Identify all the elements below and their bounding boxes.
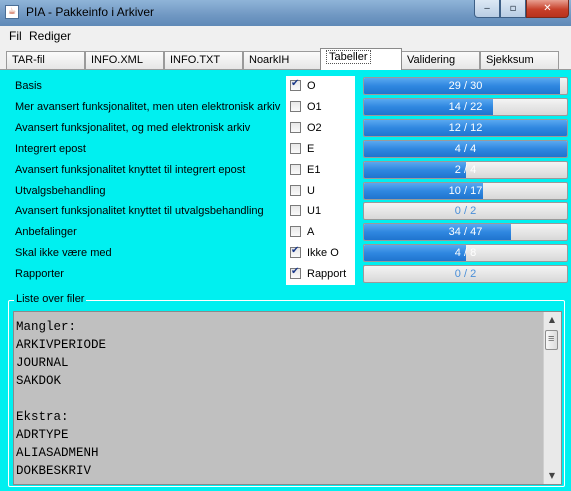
progress-text: 0 / 2 [454, 205, 477, 218]
table-row: Utvalgsbehandling U 10 / 17 [0, 180, 571, 202]
row-progress-bar: 34 / 47 [363, 223, 568, 242]
row-checkbox[interactable] [290, 78, 301, 91]
row-checkbox[interactable] [290, 121, 301, 133]
row-label: Integrert epost [15, 142, 86, 155]
row-progress-bar: 4 / 8 [363, 244, 568, 263]
row-progress-bar: 14 / 22 [363, 97, 568, 116]
menu-rediger[interactable]: Rediger [29, 29, 71, 43]
tab-validering[interactable]: Validering [401, 51, 480, 69]
row-checkbox[interactable] [290, 163, 301, 175]
row-code: O1 [307, 100, 322, 113]
row-code: U1 [307, 205, 322, 218]
tab-info-xml[interactable]: INFO.XML [85, 51, 164, 69]
row-code: A [307, 226, 315, 239]
table-row: Avansert funksjonalitet, og med elektron… [0, 117, 571, 139]
row-checkbox[interactable] [290, 184, 301, 196]
row-progress-bar: 10 / 17 [363, 181, 568, 200]
menu-bar: Fil Rediger [0, 26, 571, 46]
progress-text: 4 / 8 [454, 247, 477, 260]
table-row: Integrert epost E 4 / 4 [0, 138, 571, 160]
row-label: Skal ikke være med [15, 247, 112, 260]
tab-tabeller-label: Tabeller [326, 50, 371, 64]
progress-text: 4 / 4 [454, 142, 477, 155]
table-row: Anbefalinger A 34 / 47 [0, 222, 571, 244]
row-checkbox[interactable] [290, 226, 301, 238]
table-row: Skal ikke være med Ikke O 4 / 8 [0, 243, 571, 265]
row-checkbox-cell[interactable]: E1 [286, 159, 355, 181]
row-code: Rapport [307, 268, 347, 281]
scroll-thumb[interactable] [545, 330, 558, 350]
tab-noarkih[interactable]: NoarkIH [243, 51, 321, 69]
scroll-up-icon[interactable]: ▲ [544, 312, 560, 328]
progress-text: 34 / 47 [448, 226, 483, 239]
tab-bar: TAR-fil INFO.XML INFO.TXT NoarkIH Tabell… [0, 46, 571, 70]
row-checkbox-cell[interactable]: O2 [286, 117, 355, 139]
row-checkbox[interactable] [290, 142, 301, 154]
row-progress-bar: 0 / 2 [363, 202, 568, 221]
row-label: Avansert funksjonalitet, og med elektron… [15, 121, 251, 134]
row-checkbox-cell[interactable]: Ikke O [286, 243, 355, 265]
progress-text: 10 / 17 [448, 184, 483, 197]
file-list-textarea[interactable]: Mangler: ARKIVPERIODE JOURNAL SAKDOK Eks… [13, 311, 562, 485]
row-checkbox-cell[interactable]: O1 [286, 96, 355, 118]
row-progress-bar: 0 / 2 [363, 265, 568, 284]
title-bar[interactable]: ☕ PIA - Pakkeinfo i Arkiver ‒ ▫ ✕ [0, 0, 571, 26]
row-progress-bar: 2 / 4 [363, 160, 568, 179]
row-progress-bar: 12 / 12 [363, 118, 568, 137]
progress-text: 12 / 12 [448, 121, 483, 134]
row-checkbox-cell[interactable]: U [286, 180, 355, 202]
row-code: Ikke O [307, 247, 339, 260]
tab-info-txt[interactable]: INFO.TXT [164, 51, 243, 69]
row-code: E [307, 142, 315, 155]
row-label: Mer avansert funksjonalitet, men uten el… [15, 100, 281, 113]
row-checkbox[interactable] [290, 205, 301, 217]
row-label: Avansert funksjonalitet knyttet til utva… [15, 205, 264, 218]
tab-tabeller[interactable]: Tabeller [320, 48, 402, 70]
tab-tar-fil[interactable]: TAR-fil [6, 51, 85, 69]
file-list-group: Liste over filer Mangler: ARKIVPERIODE J… [8, 293, 565, 487]
close-button[interactable]: ✕ [526, 0, 569, 18]
menu-fil[interactable]: Fil [9, 29, 22, 43]
row-checkbox-cell[interactable]: A [286, 222, 355, 244]
row-code: O [307, 80, 316, 92]
row-checkbox[interactable] [290, 100, 301, 112]
table-row: Basis O 29 / 30 [0, 76, 571, 97]
row-label: Avansert funksjonalitet knyttet til inte… [15, 163, 246, 176]
row-progress-bar: 4 / 4 [363, 139, 568, 158]
row-code: O2 [307, 121, 322, 134]
file-list-text: Mangler: ARKIVPERIODE JOURNAL SAKDOK Eks… [16, 320, 107, 478]
row-label: Utvalgsbehandling [15, 184, 106, 197]
row-label: Basis [15, 80, 42, 92]
row-label: Anbefalinger [15, 226, 77, 239]
row-checkbox-cell[interactable]: Rapport [286, 264, 355, 286]
table-row: Rapporter Rapport 0 / 2 [0, 264, 571, 286]
minimize-button[interactable]: ‒ [474, 0, 500, 18]
progress-text: 2 / 4 [454, 163, 477, 176]
table-row: Avansert funksjonalitet knyttet til inte… [0, 159, 571, 181]
row-code: U [307, 184, 315, 197]
java-cup-icon: ☕ [5, 5, 19, 19]
window-title: PIA - Pakkeinfo i Arkiver [26, 5, 155, 19]
progress-text: 14 / 22 [448, 100, 483, 113]
row-checkbox-cell[interactable]: O [286, 76, 355, 97]
row-label: Rapporter [15, 268, 64, 281]
maximize-button[interactable]: ▫ [500, 0, 526, 18]
row-checkbox[interactable] [290, 245, 301, 259]
row-progress-bar: 29 / 30 [363, 77, 568, 95]
row-checkbox[interactable] [290, 266, 301, 280]
progress-text: 29 / 30 [448, 80, 483, 92]
file-list-scrollbar[interactable]: ▲ ▼ [543, 312, 561, 484]
scroll-down-icon[interactable]: ▼ [544, 468, 560, 484]
progress-text: 0 / 2 [454, 268, 477, 281]
row-checkbox-cell[interactable]: E [286, 138, 355, 160]
row-code: E1 [307, 163, 321, 176]
tab-sjekksum[interactable]: Sjekksum [480, 51, 559, 69]
table-row: Avansert funksjonalitet knyttet til utva… [0, 201, 571, 223]
table-row: Mer avansert funksjonalitet, men uten el… [0, 96, 571, 118]
row-checkbox-cell[interactable]: U1 [286, 201, 355, 223]
app-window: ☕ PIA - Pakkeinfo i Arkiver ‒ ▫ ✕ Fil Re… [0, 0, 571, 491]
file-list-title: Liste over filer [14, 293, 87, 305]
tabeller-panel: Basis O 29 / 30 Mer avansert funksjonalitet… [0, 69, 571, 491]
